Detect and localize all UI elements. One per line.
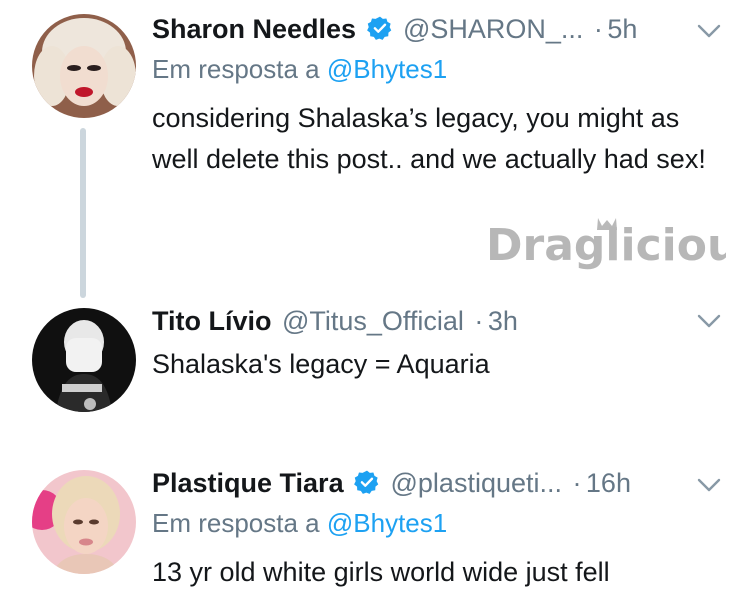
avatar[interactable] [32, 308, 136, 412]
tweet-text: Shalaska's legacy = Aquaria [152, 349, 490, 379]
reply-prefix: Em resposta a [152, 54, 320, 84]
tweet-header: Plastique Tiara @plastiqueti... · 16h [152, 468, 750, 504]
verified-badge-icon [366, 15, 393, 41]
draglicious-watermark-logo: Draglicious [486, 206, 750, 280]
user-handle[interactable]: @SHARON_... [403, 14, 583, 44]
display-name[interactable]: Tito Lívio [152, 306, 272, 336]
tweet-header: Sharon Needles @SHARON_... · 5h [152, 14, 750, 50]
chevron-down-icon[interactable] [696, 18, 722, 44]
separator-dot: · [593, 14, 603, 44]
timestamp[interactable]: 3h [488, 306, 518, 336]
user-handle[interactable]: @Titus_Official [282, 306, 464, 336]
reply-prefix: Em resposta a [152, 508, 320, 538]
chevron-down-icon[interactable] [696, 308, 722, 334]
reply-mention-link[interactable]: @Bhytes1 [327, 54, 447, 84]
timestamp[interactable]: 16h [586, 468, 631, 498]
svg-text:Draglicious: Draglicious [486, 220, 726, 271]
tweet-text: 13 yr old white girls world wide just fe… [152, 557, 610, 587]
avatar[interactable] [32, 14, 136, 118]
separator-dot: · [474, 306, 484, 336]
avatar[interactable] [32, 470, 136, 574]
tweet-header: Tito Lívio @Titus_Official · 3h [152, 306, 750, 342]
separator-dot: · [572, 468, 582, 498]
reply-context: Em resposta a @Bhytes1 [152, 54, 447, 85]
user-handle[interactable]: @plastiqueti... [391, 468, 563, 498]
display-name[interactable]: Plastique Tiara [152, 468, 344, 498]
reply-context: Em resposta a @Bhytes1 [152, 508, 447, 539]
reply-mention-link[interactable]: @Bhytes1 [327, 508, 447, 538]
chevron-down-icon[interactable] [696, 472, 722, 498]
tweet[interactable]: Plastique Tiara @plastiqueti... · 16h Em… [0, 456, 750, 587]
display-name[interactable]: Sharon Needles [152, 14, 356, 44]
verified-badge-icon [354, 469, 380, 495]
tweet-text: considering Shalaska’s legacy, you might… [152, 103, 706, 174]
timestamp[interactable]: 5h [607, 14, 637, 44]
tweet[interactable]: Tito Lívio @Titus_Official · 3h Shalaska… [0, 296, 750, 436]
